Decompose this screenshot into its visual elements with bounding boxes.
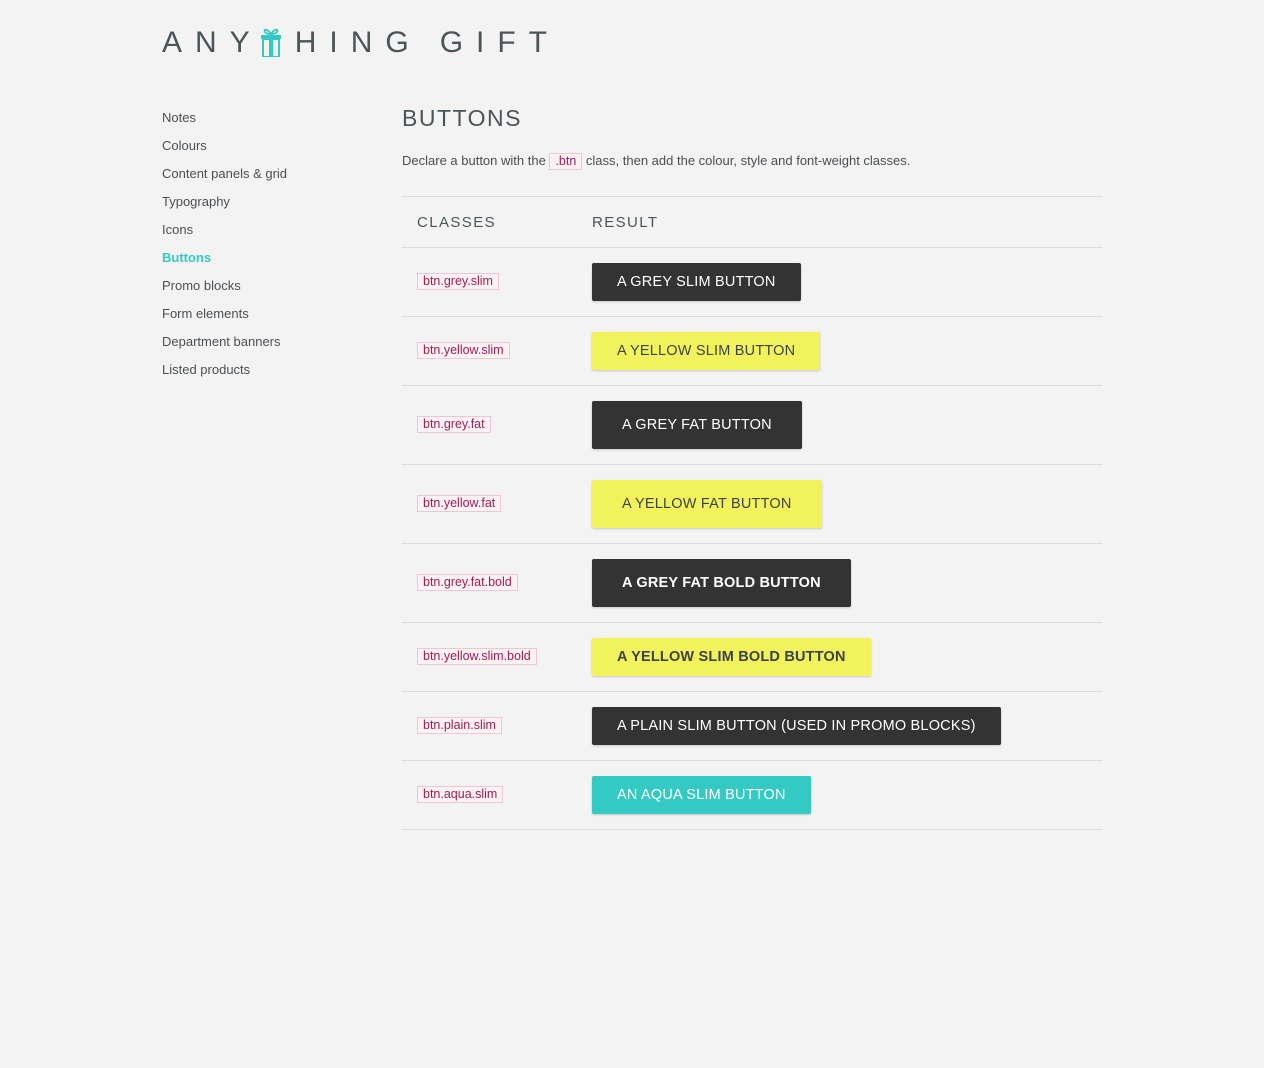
yellow-slim-bold-button[interactable]: A YELLOW SLIM BOLD BUTTON [592,638,871,676]
class-name: btn.grey.fat [417,416,491,433]
intro-text-before: Declare a button with the [402,153,546,168]
logo-text-hing: HING [294,26,422,59]
sidebar-item-promo-blocks[interactable]: Promo blocks [162,272,362,300]
sidebar-item-notes[interactable]: Notes [162,104,362,132]
column-header-result: RESULT [577,196,1102,248]
table-row: btn.aqua.slim AN AQUA SLIM BUTTON [402,760,1102,830]
class-name: btn.yellow.fat [417,495,502,512]
aqua-slim-button[interactable]: AN AQUA SLIM BUTTON [592,776,811,814]
column-header-classes: CLASSES [402,196,577,248]
sidebar-item-content-panels[interactable]: Content panels & grid [162,160,362,188]
table-header-row: CLASSES RESULT [402,196,1102,248]
logo-text-any: ANY [162,26,263,59]
sidebar-item-department-banners[interactable]: Department banners [162,328,362,356]
sidebar-item-typography[interactable]: Typography [162,188,362,216]
table-row: btn.plain.slim A PLAIN SLIM BUTTON (USED… [402,691,1102,761]
sidebar-item-colours[interactable]: Colours [162,132,362,160]
sidebar-item-icons[interactable]: Icons [162,216,362,244]
grey-slim-button[interactable]: A GREY SLIM BUTTON [592,263,801,301]
table-row: btn.grey.fat A GREY FAT BUTTON [402,385,1102,465]
table-row: btn.yellow.slim.bold A YELLOW SLIM BOLD … [402,622,1102,692]
buttons-table: CLASSES RESULT btn.grey.slim A GREY SLIM… [402,196,1102,830]
class-name: btn.grey.slim [417,273,499,290]
intro-code: .btn [549,153,583,170]
class-name: btn.grey.fat.bold [417,574,518,591]
sidebar-item-buttons[interactable]: Buttons [162,244,362,272]
grey-fat-bold-button[interactable]: A GREY FAT BOLD BUTTON [592,559,851,607]
yellow-slim-button[interactable]: A YELLOW SLIM BUTTON [592,332,821,370]
class-name: btn.plain.slim [417,717,502,734]
table-row: btn.yellow.slim A YELLOW SLIM BUTTON [402,316,1102,386]
table-row: btn.grey.slim A GREY SLIM BUTTON [402,247,1102,317]
main-content: BUTTONS Declare a button with the .btn c… [402,100,1102,830]
sidebar-nav: Notes Colours Content panels & grid Typo… [162,104,362,384]
table-row: btn.yellow.fat A YELLOW FAT BUTTON [402,464,1102,544]
intro-text-after: class, then add the colour, style and fo… [585,153,911,168]
intro-text: Declare a button with the .btn class, th… [402,150,1102,172]
gift-icon [260,27,282,57]
plain-slim-button[interactable]: A PLAIN SLIM BUTTON (USED IN PROMO BLOCK… [592,707,1001,745]
logo[interactable]: ANY HING GIFT [162,26,560,60]
grey-fat-button[interactable]: A GREY FAT BUTTON [592,401,802,449]
class-name: btn.aqua.slim [417,786,504,803]
table-row: btn.grey.fat.bold A GREY FAT BOLD BUTTON [402,543,1102,623]
class-name: btn.yellow.slim [417,342,510,359]
page-title: BUTTONS [402,105,522,131]
yellow-fat-button[interactable]: A YELLOW FAT BUTTON [592,480,822,528]
sidebar-item-form-elements[interactable]: Form elements [162,300,362,328]
logo-text-gift: GIFT [439,26,561,59]
class-name: btn.yellow.slim.bold [417,648,537,665]
sidebar-item-listed-products[interactable]: Listed products [162,356,362,384]
